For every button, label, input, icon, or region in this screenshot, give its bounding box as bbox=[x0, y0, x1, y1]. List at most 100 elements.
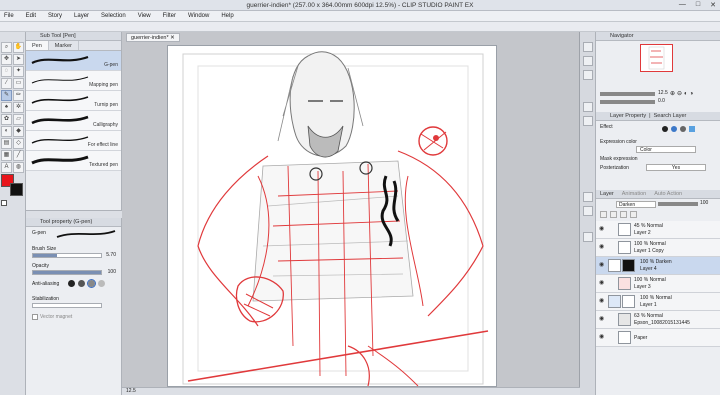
brush-item-g-pen[interactable]: G-pen bbox=[26, 51, 121, 71]
eye-icon[interactable]: ◉ bbox=[599, 298, 605, 304]
antialias-weak-icon[interactable] bbox=[78, 280, 85, 287]
layer-row[interactable]: ◉ Paper bbox=[596, 329, 720, 347]
airbrush-tool-icon[interactable]: ✲ bbox=[13, 102, 24, 113]
clip-icon[interactable] bbox=[610, 211, 617, 218]
decoration-tool-icon[interactable]: ✿ bbox=[1, 114, 12, 125]
close-button[interactable]: ✕ bbox=[710, 1, 716, 9]
layer-property-icon[interactable] bbox=[583, 192, 593, 202]
eye-icon[interactable]: ◉ bbox=[599, 280, 605, 286]
material-icon[interactable] bbox=[583, 116, 593, 126]
vector-magnet-checkbox[interactable] bbox=[32, 314, 38, 320]
pen-tool-icon[interactable]: ✎ bbox=[1, 90, 12, 101]
maximize-button[interactable]: □ bbox=[696, 1, 700, 9]
brush-item-effect-line[interactable]: For effect line bbox=[26, 131, 121, 151]
document-tab[interactable]: guerrier-indien* ✕ bbox=[126, 33, 180, 42]
eye-icon[interactable]: ◉ bbox=[599, 262, 605, 268]
navigator-thumbnail[interactable] bbox=[640, 44, 673, 72]
menu-story[interactable]: Story bbox=[48, 13, 62, 19]
menu-view[interactable]: View bbox=[138, 13, 151, 19]
eye-icon[interactable]: ◉ bbox=[599, 244, 605, 250]
figure-tool-icon[interactable]: ◇ bbox=[13, 138, 24, 149]
draft-icon[interactable] bbox=[630, 211, 637, 218]
eraser-tool-icon[interactable]: ▱ bbox=[13, 114, 24, 125]
minimize-button[interactable]: — bbox=[679, 1, 686, 9]
antialias-none-icon[interactable] bbox=[68, 280, 75, 287]
effect-mask-icon[interactable] bbox=[689, 126, 695, 132]
wand-tool-icon[interactable]: ✦ bbox=[13, 66, 24, 77]
menu-window[interactable]: Window bbox=[188, 13, 209, 19]
opacity-slider[interactable] bbox=[32, 270, 102, 275]
posterization-select[interactable]: Yes bbox=[646, 164, 706, 171]
move-tool-icon[interactable]: ✥ bbox=[1, 54, 12, 65]
nav-rotation-value[interactable]: 0.0 bbox=[658, 98, 665, 104]
layer-row[interactable]: ◉ 100 % Darken Layer 4 bbox=[596, 257, 720, 275]
menu-file[interactable]: File bbox=[4, 13, 14, 19]
search-layer-icon[interactable] bbox=[583, 206, 593, 216]
menu-layer[interactable]: Layer bbox=[74, 13, 89, 19]
hand-tool-icon[interactable]: ✋ bbox=[13, 42, 24, 53]
lock-icon[interactable] bbox=[600, 211, 607, 218]
menu-filter[interactable]: Filter bbox=[163, 13, 176, 19]
layer-panel-icon[interactable] bbox=[583, 232, 593, 242]
brush-item-calligraphy[interactable]: Calligraphy bbox=[26, 111, 121, 131]
fill-tool-icon[interactable]: ◆ bbox=[13, 126, 24, 137]
brush-item-textured-pen[interactable]: Textured pen bbox=[26, 151, 121, 171]
antialias-strong-icon[interactable] bbox=[98, 280, 105, 287]
brush-size-slider[interactable] bbox=[32, 253, 102, 258]
text-tool-icon[interactable]: A bbox=[1, 162, 12, 173]
menu-edit[interactable]: Edit bbox=[26, 13, 36, 19]
brush-size-value[interactable]: 5.70 bbox=[102, 252, 116, 258]
menu-selection[interactable]: Selection bbox=[101, 13, 126, 19]
eye-icon[interactable]: ◉ bbox=[599, 316, 605, 322]
transparent-color-swatch[interactable] bbox=[1, 200, 7, 206]
tab-animation[interactable]: Animation bbox=[622, 190, 646, 198]
layer-row[interactable]: ◉ 100 % Normal Layer 1 bbox=[596, 293, 720, 311]
blend-mode-select[interactable]: Darken bbox=[616, 201, 656, 208]
color-wheel-icon[interactable] bbox=[583, 42, 593, 52]
effect-border-icon[interactable] bbox=[662, 126, 668, 132]
balloon-tool-icon[interactable]: ◍ bbox=[13, 162, 24, 173]
eye-icon[interactable]: ◉ bbox=[599, 334, 605, 340]
tab-pen[interactable]: Pen bbox=[26, 41, 49, 50]
tab-marker[interactable]: Marker bbox=[49, 41, 79, 50]
nav-zoom-buttons[interactable]: ⊕⊖◐◑ bbox=[670, 90, 695, 97]
canvas-paper[interactable] bbox=[167, 45, 497, 387]
menu-help[interactable]: Help bbox=[221, 13, 233, 19]
layer-row[interactable]: ◉ 100 % Normal Layer 3 bbox=[596, 275, 720, 293]
layer-row[interactable]: ◉ 45 % Normal Layer 2 bbox=[596, 221, 720, 239]
expression-color-select[interactable]: Color bbox=[636, 146, 696, 153]
nav-zoom-value[interactable]: 12.5 bbox=[658, 90, 668, 96]
opacity-value[interactable]: 100 bbox=[102, 269, 116, 275]
layer-row[interactable]: ◉ 100 % Normal Layer 1 Copy bbox=[596, 239, 720, 257]
blend-tool-icon[interactable]: ◐ bbox=[1, 126, 12, 137]
tab-auto-action[interactable]: Auto Action bbox=[654, 190, 682, 198]
zoom-readout[interactable]: 12.5 bbox=[126, 388, 136, 394]
brush-tool-icon[interactable]: ♠ bbox=[1, 102, 12, 113]
pencil-tool-icon[interactable]: ✏ bbox=[13, 90, 24, 101]
color-history-icon[interactable] bbox=[583, 70, 593, 80]
layer-opacity-slider[interactable] bbox=[658, 202, 698, 206]
operation-tool-icon[interactable]: ➤ bbox=[13, 54, 24, 65]
ruler-tool-icon[interactable]: ╱ bbox=[13, 150, 24, 161]
effect-tone-icon[interactable] bbox=[671, 126, 677, 132]
select-icon[interactable]: ▭ bbox=[13, 78, 24, 89]
sub-view-icon[interactable] bbox=[583, 102, 593, 112]
antialias-medium-icon[interactable] bbox=[87, 279, 96, 288]
lasso-tool-icon[interactable]: ◌ bbox=[1, 66, 12, 77]
stabilization-slider[interactable] bbox=[32, 303, 102, 308]
layer-opacity-value[interactable]: 100 bbox=[700, 200, 708, 206]
eye-icon[interactable]: ◉ bbox=[599, 226, 605, 232]
frame-tool-icon[interactable]: ▦ bbox=[1, 150, 12, 161]
eyedropper-icon[interactable]: ⁄ bbox=[1, 78, 12, 89]
nav-zoom-slider[interactable] bbox=[600, 92, 655, 96]
gradient-tool-icon[interactable]: ▤ bbox=[1, 138, 12, 149]
sub-color-swatch[interactable] bbox=[10, 183, 23, 196]
brush-item-turnip-pen[interactable]: Turnip pen bbox=[26, 91, 121, 111]
color-set-icon[interactable] bbox=[583, 56, 593, 66]
effect-layer-color-icon[interactable] bbox=[680, 126, 686, 132]
layer-row[interactable]: ◉ 63 % Normal Epson_10082015131445 bbox=[596, 311, 720, 329]
reference-icon[interactable] bbox=[620, 211, 627, 218]
nav-rotation-slider[interactable] bbox=[600, 100, 655, 104]
brush-item-mapping-pen[interactable]: Mapping pen bbox=[26, 71, 121, 91]
tab-layer[interactable]: Layer bbox=[600, 190, 614, 198]
